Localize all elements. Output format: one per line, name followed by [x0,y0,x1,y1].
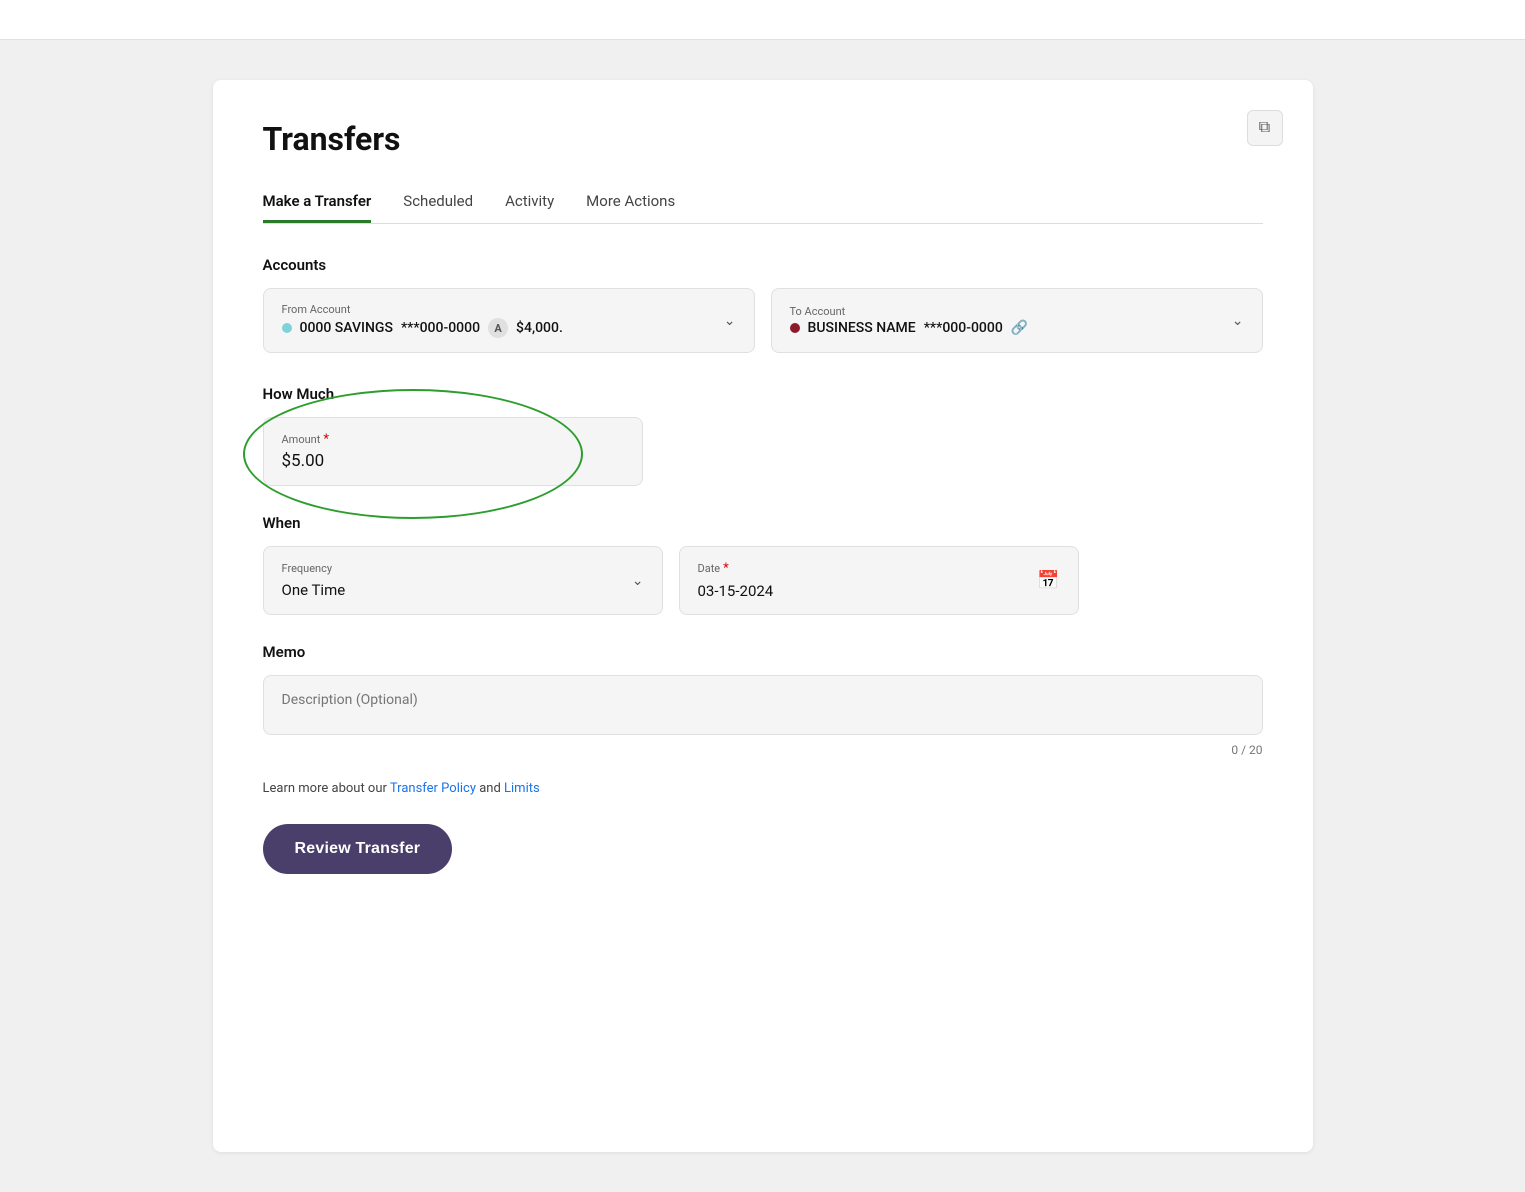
required-star: * [323,432,329,447]
to-account-name: BUSINESS NAME [808,320,916,336]
frequency-value: One Time [282,581,346,599]
amount-value: $5.00 [282,451,624,471]
when-row: Frequency One Time ⌄ Date * 03-15-2024 📅 [263,546,1263,615]
from-account-dropdown[interactable]: From Account 0000 SAVINGS ***000-0000 A … [263,288,755,353]
to-account-info: To Account BUSINESS NAME ***000-0000 🔗 [790,305,1029,336]
link-icon: 🔗 [1011,320,1028,336]
to-account-dropdown[interactable]: To Account BUSINESS NAME ***000-0000 🔗 ⌄ [771,288,1263,353]
date-info: Date * 03-15-2024 [698,561,774,600]
memo-section: Memo 0 / 20 [263,643,1263,757]
date-value: 03-15-2024 [698,582,774,600]
how-much-section: How Much Amount * $5.00 [263,385,1263,486]
how-much-label: How Much [263,385,1263,403]
to-account-label: To Account [790,305,1029,318]
date-field-label: Date * [698,561,774,576]
when-section: When Frequency One Time ⌄ Date * [263,514,1263,615]
from-account-balance: $4,000. [516,320,563,336]
policy-text: Learn more about our Transfer Policy and… [263,781,1263,796]
from-account-info: From Account 0000 SAVINGS ***000-0000 A … [282,303,563,338]
frequency-field-label: Frequency [282,562,346,575]
from-account-number: ***000-0000 [401,320,480,336]
accounts-row: From Account 0000 SAVINGS ***000-0000 A … [263,288,1263,353]
memo-input[interactable] [263,675,1263,735]
from-account-chevron: ⌄ [724,313,736,329]
from-account-label: From Account [282,303,563,316]
from-account-dot [282,323,292,333]
from-account-value: 0000 SAVINGS ***000-0000 A $4,000. [282,318,563,338]
copy-icon: ⧉ [1259,119,1270,137]
tab-make-transfer[interactable]: Make a Transfer [263,182,372,223]
date-field[interactable]: Date * 03-15-2024 📅 [679,546,1079,615]
accounts-section-label: Accounts [263,256,1263,274]
frequency-dropdown[interactable]: Frequency One Time ⌄ [263,546,663,615]
tab-scheduled[interactable]: Scheduled [403,182,473,223]
tab-bar: Make a Transfer Scheduled Activity More … [263,182,1263,224]
to-account-dot [790,323,800,333]
to-account-number: ***000-0000 [924,320,1003,336]
copy-icon-button[interactable]: ⧉ [1247,110,1283,146]
frequency-info: Frequency One Time [282,562,346,599]
memo-label: Memo [263,643,1263,661]
when-label: When [263,514,1263,532]
memo-char-count: 0 / 20 [263,743,1263,757]
frequency-chevron: ⌄ [632,573,644,589]
tab-activity[interactable]: Activity [505,182,554,223]
top-bar [0,0,1525,40]
main-card: ⧉ Transfers Make a Transfer Scheduled Ac… [213,80,1313,1152]
transfer-policy-link[interactable]: Transfer Policy [390,781,476,796]
from-account-name: 0000 SAVINGS [300,320,393,336]
to-account-value: BUSINESS NAME ***000-0000 🔗 [790,320,1029,336]
date-required-star: * [723,561,729,576]
amount-field[interactable]: Amount * $5.00 [263,417,643,486]
tab-more-actions[interactable]: More Actions [586,182,675,223]
page-title: Transfers [263,120,1263,158]
review-transfer-button[interactable]: Review Transfer [263,824,453,874]
calendar-icon: 📅 [1037,570,1059,591]
a-badge: A [488,318,508,338]
limits-link[interactable]: Limits [504,781,540,796]
to-account-chevron: ⌄ [1232,313,1244,329]
amount-field-label: Amount * [282,432,624,447]
how-much-oval-wrapper: Amount * $5.00 [263,417,643,486]
